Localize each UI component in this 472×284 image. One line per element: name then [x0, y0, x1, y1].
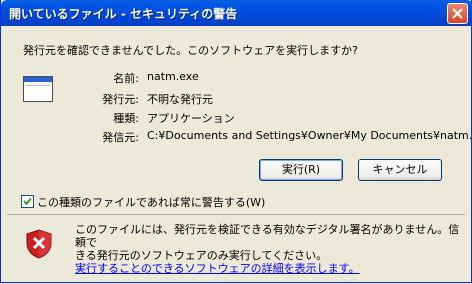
field-label: 発行元:: [102, 93, 139, 106]
dialog-prompt: 発行元を確認できませんでした。このソフトウェアを実行しますか?: [23, 44, 358, 57]
always-warn-checkbox[interactable]: [21, 195, 34, 208]
field-label: 種類:: [113, 112, 139, 125]
run-button[interactable]: 実行(R): [259, 159, 343, 181]
title-bar[interactable]: 開いているファイル - セキュリティの警告: [1, 0, 472, 26]
checkmark-icon: [23, 197, 32, 206]
window-title: 開いているファイル - セキュリティの警告: [9, 7, 238, 21]
info-panel: このファイルには、発行元を検証できる有効なデジタル署名がありません。信頼で きる…: [7, 214, 465, 275]
field-publisher: 発行元: 不明な発行元: [89, 91, 213, 107]
field-label: 発信元:: [102, 131, 139, 144]
field-value: C:¥Documents and Settings¥Owner¥My Docum…: [147, 129, 472, 142]
cancel-button[interactable]: キャンセル: [358, 159, 442, 181]
field-name: 名前: natm.exe: [89, 70, 198, 86]
field-value: 不明な発行元: [147, 93, 213, 106]
field-label: 名前:: [113, 72, 139, 85]
field-value: アプリケーション: [147, 112, 235, 125]
field-source: 発信元: C:¥Documents and Settings¥Owner¥My …: [89, 129, 472, 145]
security-warning-shield-icon: [26, 229, 52, 259]
close-button[interactable]: [447, 3, 468, 24]
always-warn-label: この種類のファイルであれば常に警告する(W): [37, 196, 266, 209]
field-value: natm.exe: [147, 70, 199, 83]
security-warning-dialog: 開いているファイル - セキュリティの警告 発行元を確認できませんでした。このソ…: [0, 0, 472, 283]
info-line-2: きる発行元のソフトウェアのみ実行してください。: [75, 249, 328, 262]
details-link[interactable]: 実行することのできるソフトウェアの詳細を表示します。: [75, 262, 465, 275]
close-icon: [452, 8, 463, 19]
info-text: このファイルには、発行元を検証できる有効なデジタル署名がありません。信頼で きる…: [75, 223, 465, 275]
always-warn-option[interactable]: この種類のファイルであれば常に警告する(W): [21, 194, 265, 210]
field-type: 種類: アプリケーション: [89, 110, 235, 126]
info-line-1: このファイルには、発行元を検証できる有効なデジタル署名がありません。信頼で: [75, 223, 460, 249]
application-icon: [23, 76, 53, 102]
